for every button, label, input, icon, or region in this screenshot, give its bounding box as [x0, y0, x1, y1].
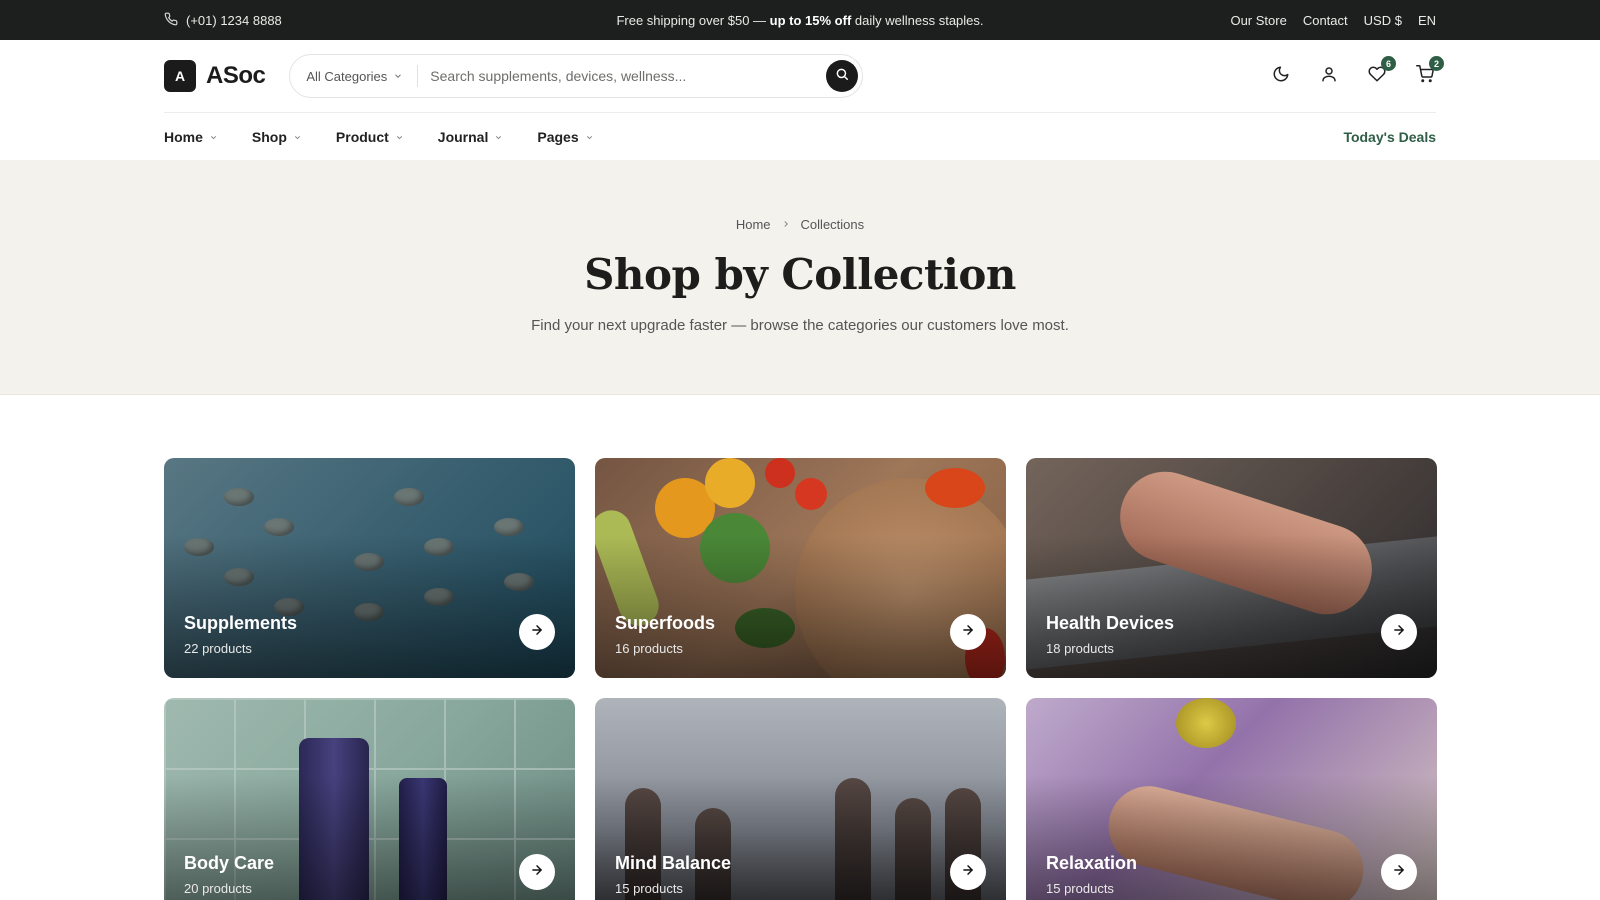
arrow-right-icon — [530, 863, 544, 882]
search-button[interactable] — [826, 60, 859, 92]
breadcrumb-current: Collections — [800, 217, 865, 232]
arrow-right-icon — [961, 623, 975, 642]
collection-title: Superfoods — [615, 613, 716, 633]
wishlist-button[interactable]: 6 — [1366, 56, 1396, 87]
collection-arrow-button[interactable] — [1381, 854, 1417, 890]
breadcrumb: Home Collections — [736, 217, 864, 232]
collection-count: 15 products — [615, 881, 683, 896]
collection-card-supplements[interactable]: Supplements 22 products — [164, 458, 575, 678]
chevron-down-icon — [585, 129, 594, 145]
collection-arrow-button[interactable] — [1381, 614, 1417, 650]
chevron-down-icon — [209, 129, 218, 145]
moon-icon — [1272, 65, 1290, 88]
nav-item-journal[interactable]: Journal — [438, 129, 504, 145]
chevron-right-icon — [781, 217, 791, 232]
chevron-down-icon — [395, 129, 404, 145]
chevron-down-icon — [293, 129, 302, 145]
arrow-right-icon — [1392, 863, 1406, 882]
promo-text-end: daily wellness staples. — [851, 12, 984, 28]
search-input[interactable] — [430, 68, 827, 84]
promo-text-start: Free shipping over $50 — — [616, 12, 770, 28]
phone-icon — [164, 12, 178, 29]
collection-count: 18 products — [1046, 641, 1114, 656]
chevron-down-icon — [494, 129, 503, 145]
phone-number: (+01) 1234 8888 — [186, 12, 282, 28]
cart-button[interactable]: 2 — [1414, 56, 1444, 87]
collection-count: 22 products — [184, 641, 252, 656]
collection-card-relaxation[interactable]: Relaxation 15 products — [1026, 698, 1437, 900]
nav-item-home[interactable]: Home — [164, 129, 218, 145]
arrow-right-icon — [530, 623, 544, 642]
our-store-link[interactable]: Our Store — [1230, 13, 1286, 28]
breadcrumb-home-link[interactable]: Home — [736, 217, 771, 232]
collections-grid: Supplements 22 products Superfoods 16 pr… — [0, 395, 1600, 900]
todays-deals-link[interactable]: Today's Deals — [1343, 129, 1436, 145]
top-bar: (+01) 1234 8888 Free shipping over $50 —… — [0, 0, 1600, 40]
header-actions: 6 2 — [1270, 56, 1444, 87]
collection-arrow-button[interactable] — [519, 614, 555, 650]
phone-contact[interactable]: (+01) 1234 8888 — [164, 12, 282, 29]
collection-title: Supplements — [184, 613, 298, 633]
chevron-down-icon — [393, 69, 403, 84]
collection-title: Relaxation — [1046, 853, 1138, 873]
user-icon — [1320, 65, 1338, 88]
collection-title: Body Care — [184, 853, 275, 873]
main-nav: Home Shop Product Journal Pages Today's … — [0, 113, 1600, 160]
page-subtitle: Find your next upgrade faster — browse t… — [531, 317, 1069, 334]
cart-count-badge: 2 — [1429, 56, 1444, 71]
nav-item-label: Product — [335, 128, 389, 145]
nav-item-shop[interactable]: Shop — [252, 129, 302, 145]
page-title: Shop by Collection — [584, 250, 1016, 299]
logo-text: ASoc — [206, 62, 266, 89]
collection-count: 20 products — [184, 881, 252, 896]
search-bar: All Categories — [289, 54, 864, 98]
arrow-right-icon — [1392, 623, 1406, 642]
collection-card-body-care[interactable]: Body Care 20 products — [164, 698, 575, 900]
collection-card-mind-balance[interactable]: Mind Balance 15 products — [595, 698, 1006, 900]
collection-title: Health Devices — [1046, 613, 1175, 633]
collection-count: 15 products — [1046, 881, 1114, 896]
category-dropdown[interactable]: All Categories — [306, 65, 419, 87]
collection-count: 16 products — [615, 641, 683, 656]
topbar-links: Our Store Contact USD $ EN — [1230, 13, 1436, 28]
collection-arrow-button[interactable] — [950, 614, 986, 650]
arrow-right-icon — [961, 863, 975, 882]
currency-selector[interactable]: USD $ — [1364, 13, 1402, 28]
logo-mark: A — [164, 60, 196, 92]
promo-highlight: up to 15% off — [769, 12, 852, 28]
nav-item-pages[interactable]: Pages — [537, 129, 593, 145]
contact-link[interactable]: Contact — [1303, 13, 1348, 28]
theme-toggle-button[interactable] — [1270, 65, 1292, 87]
collection-card-health-devices[interactable]: Health Devices 18 products — [1026, 458, 1437, 678]
account-button[interactable] — [1318, 65, 1340, 87]
collection-card-superfoods[interactable]: Superfoods 16 products — [595, 458, 1006, 678]
nav-item-label: Shop — [251, 128, 287, 145]
nav-item-label: Journal — [437, 128, 489, 145]
collection-arrow-button[interactable] — [950, 854, 986, 890]
site-header: A ASoc All Categories Search supplements… — [0, 40, 1600, 112]
nav-item-label: Home — [164, 128, 203, 145]
nav-item-label: Pages — [537, 128, 579, 145]
language-selector[interactable]: EN — [1418, 13, 1436, 28]
page-hero: Home Collections Shop by Collection Find… — [0, 160, 1600, 395]
collection-title: Mind Balance — [615, 853, 732, 873]
collection-arrow-button[interactable] — [519, 854, 555, 890]
category-label: All Categories — [306, 68, 388, 84]
wishlist-count-badge: 6 — [1381, 56, 1396, 71]
logo[interactable]: A ASoc — [164, 60, 266, 92]
search-icon — [835, 67, 849, 86]
nav-item-product[interactable]: Product — [336, 129, 404, 145]
